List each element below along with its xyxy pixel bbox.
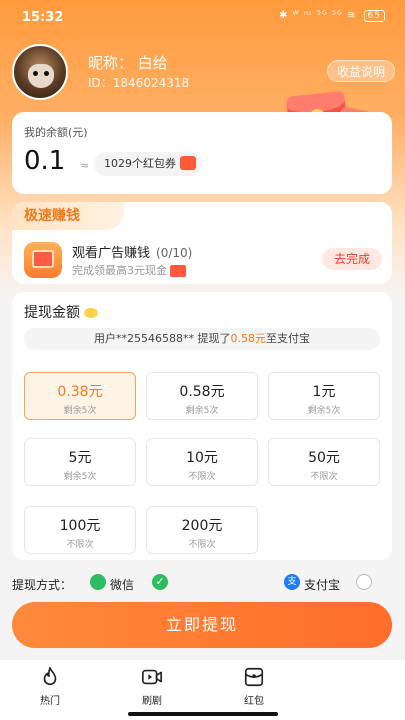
balance-value: 0.1 bbox=[24, 146, 66, 176]
avatar-eye bbox=[33, 71, 38, 76]
coupon-badge: 1029个红包券 bbox=[94, 152, 202, 176]
amount-remaining: 剩余5次 bbox=[307, 406, 341, 416]
status-icons: ✱ ᵂ ⁿᶦ ⁵ᴳ ⁵ᴳ ≋ 65 bbox=[279, 10, 385, 22]
avatar[interactable] bbox=[12, 44, 68, 100]
red-packet-icon bbox=[170, 265, 186, 277]
checkmark-icon[interactable]: ✓ bbox=[152, 574, 168, 590]
task-title-text: 观看广告赚钱 bbox=[72, 246, 151, 261]
red-packet-icon bbox=[180, 156, 196, 170]
withdraw-card: 提现金额 用户**25546588** 提现了0.58元至支付宝 0.38元 剩余… bbox=[12, 292, 392, 560]
status-bar: 15:32 ✱ ᵂ ⁿᶦ ⁵ᴳ ⁵ᴳ ≋ 65 bbox=[0, 0, 405, 34]
withdraw-now-button[interactable]: 立即提现 bbox=[12, 602, 392, 648]
task-subtitle-text: 完成领最高3元现金 bbox=[72, 264, 167, 277]
wechat-icon[interactable] bbox=[90, 574, 106, 590]
withdraw-notice: 用户**25546588** 提现了0.58元至支付宝 bbox=[24, 328, 380, 350]
amount-value: 50元 bbox=[308, 450, 340, 466]
nav-label-red-packet: 红包 bbox=[244, 696, 264, 707]
amount-value: 10元 bbox=[186, 450, 218, 466]
amount-remaining: 不限次 bbox=[188, 540, 216, 550]
nav-label-hot: 热门 bbox=[40, 696, 60, 707]
coins-icon bbox=[84, 308, 98, 318]
notice-amount: 0.58元 bbox=[230, 332, 267, 345]
withdraw-title-text: 提现金额 bbox=[24, 305, 80, 321]
task-subtitle: 完成领最高3元现金 bbox=[72, 262, 186, 278]
nickname: 昵称： 白给 bbox=[88, 54, 168, 72]
notice-suffix: 至支付宝 bbox=[266, 332, 310, 345]
approx-sign: ≈ bbox=[80, 159, 90, 172]
amount-option[interactable]: 5元剩余5次 bbox=[24, 438, 136, 486]
amount-remaining: 不限次 bbox=[188, 472, 216, 482]
amount-remaining: 剩余5次 bbox=[185, 406, 219, 416]
video-icon bbox=[142, 669, 162, 685]
task-count: (0/10) bbox=[156, 246, 193, 260]
bottom-nav: 热门 刷剧 红包 bbox=[0, 660, 405, 720]
nav-item-drama[interactable]: 刷剧 bbox=[122, 666, 182, 707]
go-complete-button[interactable]: 去完成 bbox=[322, 248, 382, 270]
speed-earn-tag: 极速赚钱 bbox=[12, 202, 124, 230]
avatar-face bbox=[28, 64, 54, 88]
amount-remaining: 不限次 bbox=[310, 472, 338, 482]
red-packet-icon bbox=[244, 667, 264, 687]
amount-option[interactable]: 0.58元剩余5次 bbox=[146, 372, 258, 420]
amount-value: 5元 bbox=[68, 450, 92, 466]
income-explanation-button[interactable]: 收益说明 bbox=[326, 60, 395, 82]
nav-item-hot[interactable]: 热门 bbox=[20, 666, 80, 707]
ad-reward-icon bbox=[24, 242, 62, 278]
nav-label-drama: 刷剧 bbox=[142, 696, 162, 707]
balance-card: 我的余额(元) 0.1 ≈ 1029个红包券 bbox=[12, 112, 392, 194]
amount-value: 200元 bbox=[181, 518, 223, 534]
flame-icon bbox=[43, 667, 57, 686]
withdraw-title: 提现金额 bbox=[24, 302, 98, 322]
amount-value: 100元 bbox=[59, 518, 101, 534]
amount-option[interactable]: 0.38元剩余5次 bbox=[24, 372, 136, 420]
alipay-radio[interactable] bbox=[356, 574, 372, 590]
battery-icon: 65 bbox=[363, 10, 385, 22]
avatar-eye bbox=[44, 71, 49, 76]
amount-remaining: 剩余5次 bbox=[63, 472, 97, 482]
alipay-option[interactable]: 支付宝 bbox=[304, 576, 340, 593]
coupon-text: 1029个红包券 bbox=[104, 157, 176, 170]
amount-option[interactable]: 10元不限次 bbox=[146, 438, 258, 486]
amount-option[interactable]: 1元剩余5次 bbox=[268, 372, 380, 420]
status-time: 15:32 bbox=[22, 10, 64, 25]
task-title: 观看广告赚钱 (0/10) bbox=[72, 242, 192, 261]
amount-remaining: 不限次 bbox=[66, 540, 94, 550]
balance-title: 我的余额(元) bbox=[24, 126, 88, 139]
alipay-icon[interactable]: 支 bbox=[284, 574, 300, 590]
amount-option[interactable]: 200元不限次 bbox=[146, 506, 258, 554]
payment-method-row: 提现方式： 微信 ✓ 支 支付宝 bbox=[0, 568, 405, 598]
notice-prefix: 用户**25546588** 提现了 bbox=[94, 332, 231, 345]
amount-value: 1元 bbox=[312, 384, 336, 400]
amount-option[interactable]: 50元不限次 bbox=[268, 438, 380, 486]
user-id: ID：1846024318 bbox=[88, 76, 190, 90]
amount-value: 0.38元 bbox=[57, 384, 103, 400]
home-indicator bbox=[128, 712, 278, 716]
amount-option[interactable]: 100元不限次 bbox=[24, 506, 136, 554]
wechat-option[interactable]: 微信 bbox=[110, 576, 134, 593]
amount-value: 0.58元 bbox=[179, 384, 225, 400]
status-signal-icons: ✱ ᵂ ⁿᶦ ⁵ᴳ ⁵ᴳ ≋ bbox=[279, 10, 357, 21]
speed-earn-card: 极速赚钱 观看广告赚钱 (0/10) 完成领最高3元现金 去完成 bbox=[12, 202, 392, 284]
payment-label: 提现方式： bbox=[12, 578, 73, 592]
amount-remaining: 剩余5次 bbox=[63, 406, 97, 416]
nav-item-red-packet[interactable]: 红包 bbox=[224, 666, 284, 707]
